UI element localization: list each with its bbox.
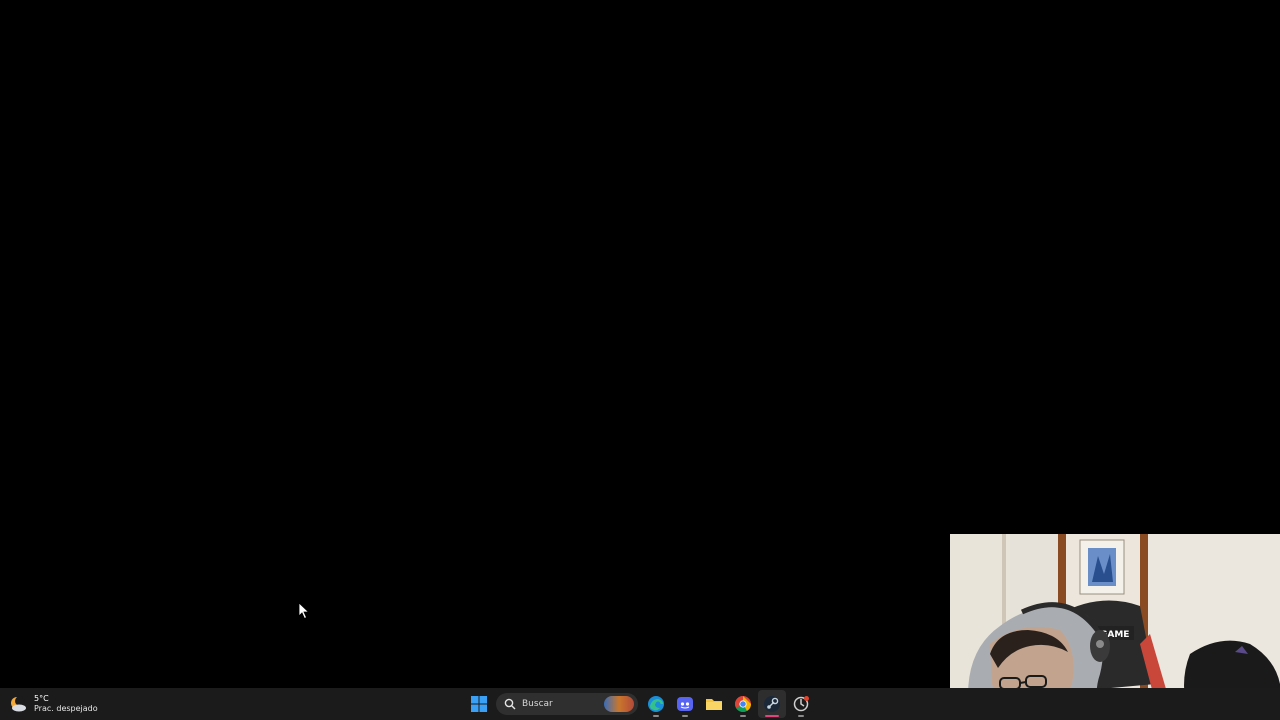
edge-button[interactable] (642, 690, 670, 718)
taskbar-apps: Buscar (464, 688, 815, 720)
search-highlight-image[interactable] (604, 696, 634, 712)
steam-icon (763, 696, 780, 712)
steam-indicator (764, 715, 779, 717)
folder-icon (705, 699, 722, 710)
weather-temperature: 5°C (34, 694, 49, 703)
app-icon (793, 696, 809, 712)
discord-indicator (681, 715, 688, 717)
weather-condition: Prac. despejado (34, 704, 98, 713)
edge-indicator (652, 715, 659, 717)
chrome-icon (734, 696, 751, 712)
mouse-cursor-icon (298, 602, 310, 620)
weather-widget[interactable]: 5°C Prac. despejado (8, 692, 98, 716)
chrome-indicator (739, 715, 746, 717)
taskbar: 5°C Prac. despejado Buscar (0, 688, 1280, 720)
search-box[interactable]: Buscar (496, 693, 638, 715)
discord-button[interactable] (671, 690, 699, 718)
edge-icon (647, 696, 664, 712)
app-indicator (797, 715, 804, 717)
chrome-button[interactable] (729, 690, 757, 718)
partly-cloudy-night-icon (11, 696, 26, 712)
windows-logo-icon (470, 696, 487, 712)
app-button[interactable] (787, 690, 815, 718)
discord-icon (676, 697, 693, 711)
search-icon (504, 698, 516, 710)
steam-button[interactable] (757, 690, 786, 718)
file-explorer-button[interactable] (700, 690, 728, 718)
start-button[interactable] (465, 690, 493, 718)
search-placeholder: Buscar (522, 699, 553, 709)
